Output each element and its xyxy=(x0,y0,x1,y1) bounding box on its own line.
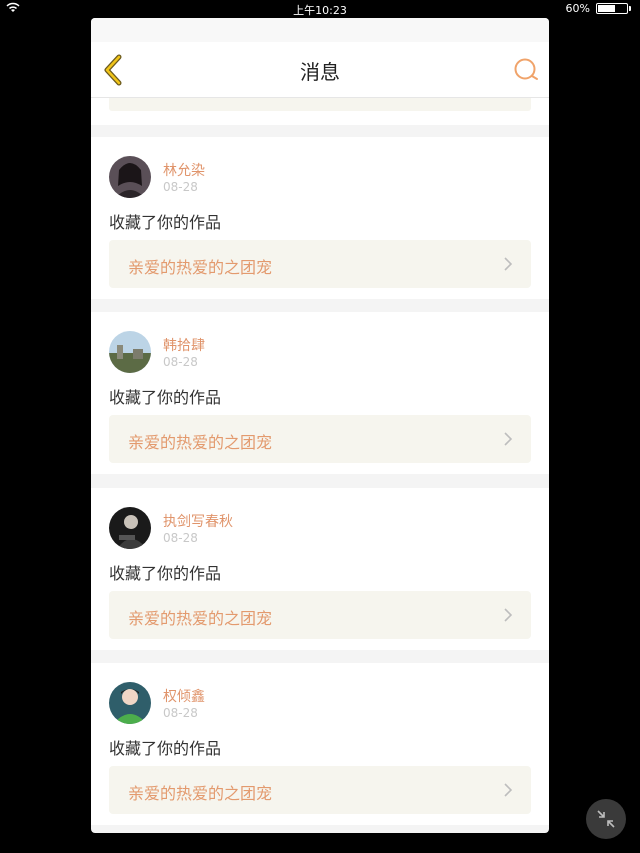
avatar[interactable] xyxy=(109,331,151,373)
username[interactable]: 权倾鑫 xyxy=(163,686,205,706)
messages-panel: 消息 林允染 08-28 收藏了你的作品 亲爱的热爱的之团宠 韩拾肆 08-28… xyxy=(91,18,549,833)
message-date: 08-28 xyxy=(163,355,198,369)
work-title: 亲爱的热爱的之团宠 xyxy=(128,609,273,628)
minimize-button[interactable] xyxy=(586,799,626,839)
message-date: 08-28 xyxy=(163,531,198,545)
chevron-right-icon xyxy=(504,432,513,446)
message-action: 收藏了你的作品 xyxy=(109,564,222,583)
username[interactable]: 执剑写春秋 xyxy=(163,511,233,531)
work-link[interactable]: 亲爱的热爱的之团宠 xyxy=(109,766,531,814)
work-title: 亲爱的热爱的之团宠 xyxy=(128,784,273,803)
avatar[interactable] xyxy=(109,507,151,549)
username[interactable]: 林允染 xyxy=(163,160,205,180)
chevron-right-icon xyxy=(504,783,513,797)
message-card: 林允染 08-28 收藏了你的作品 亲爱的热爱的之团宠 xyxy=(91,137,549,299)
work-title: 亲爱的热爱的之团宠 xyxy=(128,258,273,277)
previous-message-tail xyxy=(91,97,549,125)
battery-percent: 60% xyxy=(565,2,590,15)
work-link[interactable]: 亲爱的热爱的之团宠 xyxy=(109,415,531,463)
work-link[interactable]: 亲爱的热爱的之团宠 xyxy=(109,240,531,288)
message-action: 收藏了你的作品 xyxy=(109,388,222,407)
message-card: 韩拾肆 08-28 收藏了你的作品 亲爱的热爱的之团宠 xyxy=(91,312,549,474)
message-date: 08-28 xyxy=(163,706,198,720)
message-card: 权倾鑫 08-28 收藏了你的作品 亲爱的热爱的之团宠 xyxy=(91,663,549,825)
page-title: 消息 xyxy=(300,60,340,84)
message-action: 收藏了你的作品 xyxy=(109,739,222,758)
avatar[interactable] xyxy=(109,682,151,724)
battery-icon xyxy=(596,3,631,14)
nav-header: 消息 xyxy=(91,18,549,98)
avatar[interactable] xyxy=(109,156,151,198)
message-card: 执剑写春秋 08-28 收藏了你的作品 亲爱的热爱的之团宠 xyxy=(91,488,549,650)
work-link[interactable]: 亲爱的热爱的之团宠 xyxy=(109,591,531,639)
work-title: 亲爱的热爱的之团宠 xyxy=(128,433,273,452)
chevron-right-icon xyxy=(504,257,513,271)
message-date: 08-28 xyxy=(163,180,198,194)
username[interactable]: 韩拾肆 xyxy=(163,335,205,355)
search-icon[interactable] xyxy=(513,57,539,83)
message-action: 收藏了你的作品 xyxy=(109,213,222,232)
collapse-arrows-icon xyxy=(597,810,615,828)
status-time: 上午10:23 xyxy=(293,4,347,17)
chevron-right-icon xyxy=(504,608,513,622)
status-bar: 上午10:23 60% xyxy=(0,0,640,17)
